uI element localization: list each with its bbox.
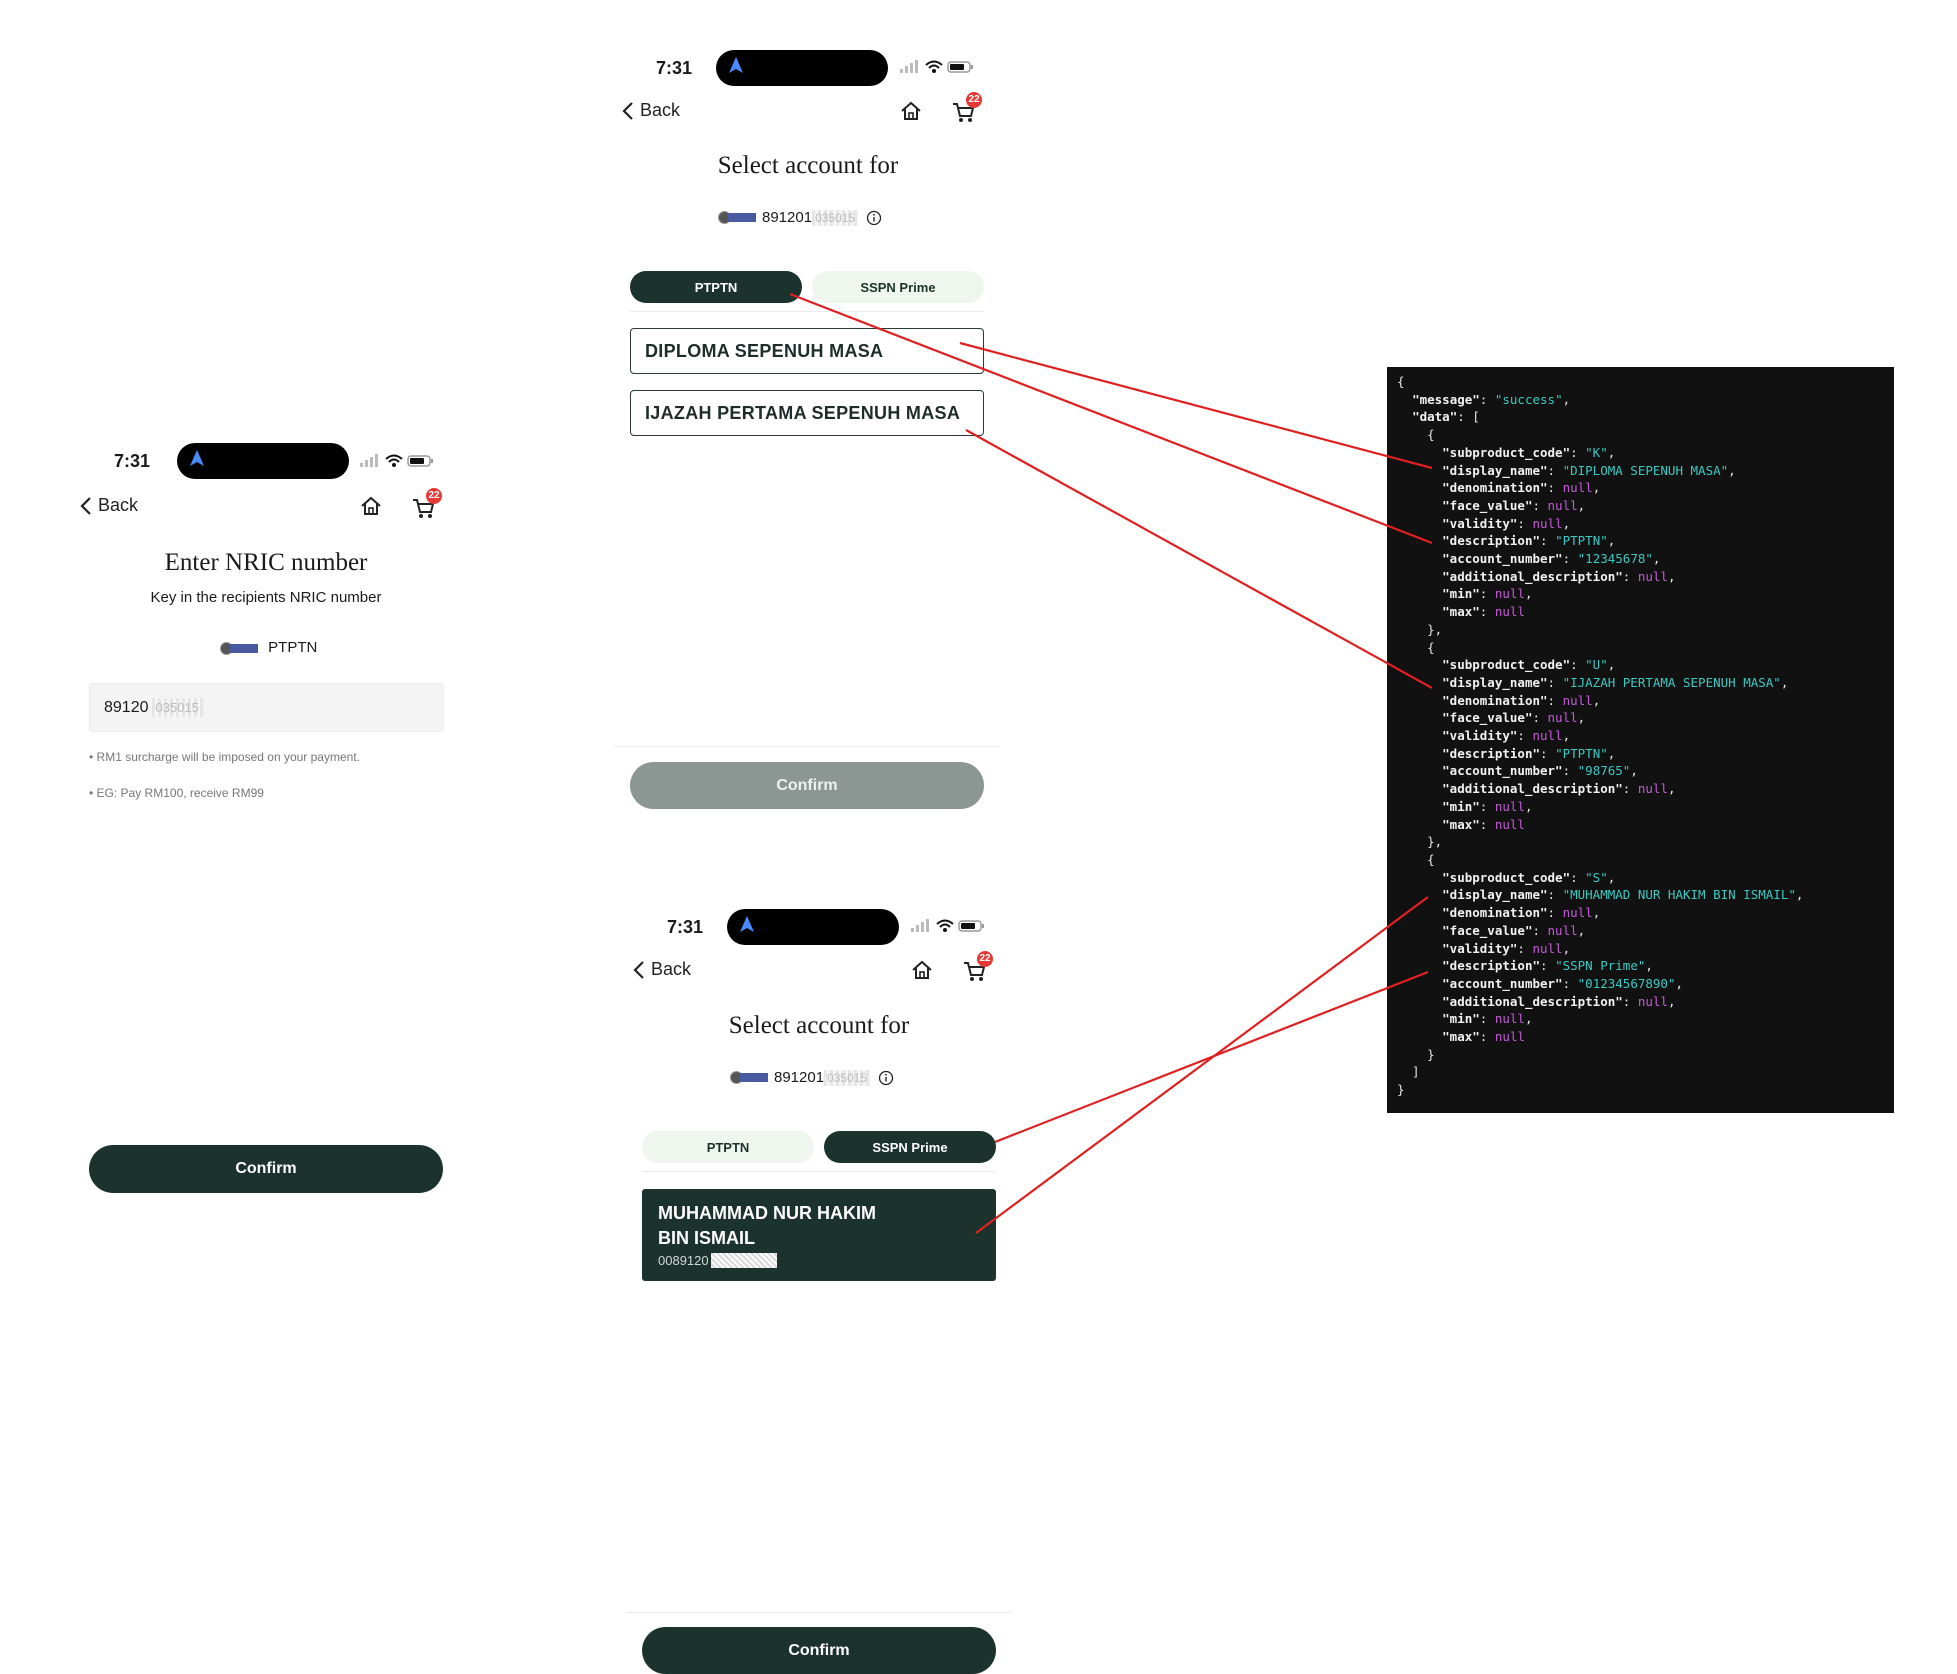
- connector-diploma-display-name: [959, 341, 1433, 470]
- connector-lines: [789, 292, 1433, 1234]
- connector-ijazah-display-name: [965, 429, 1433, 689]
- connector-hakim-display-name: [975, 896, 1429, 1234]
- connector-ptptn-description: [789, 292, 1433, 545]
